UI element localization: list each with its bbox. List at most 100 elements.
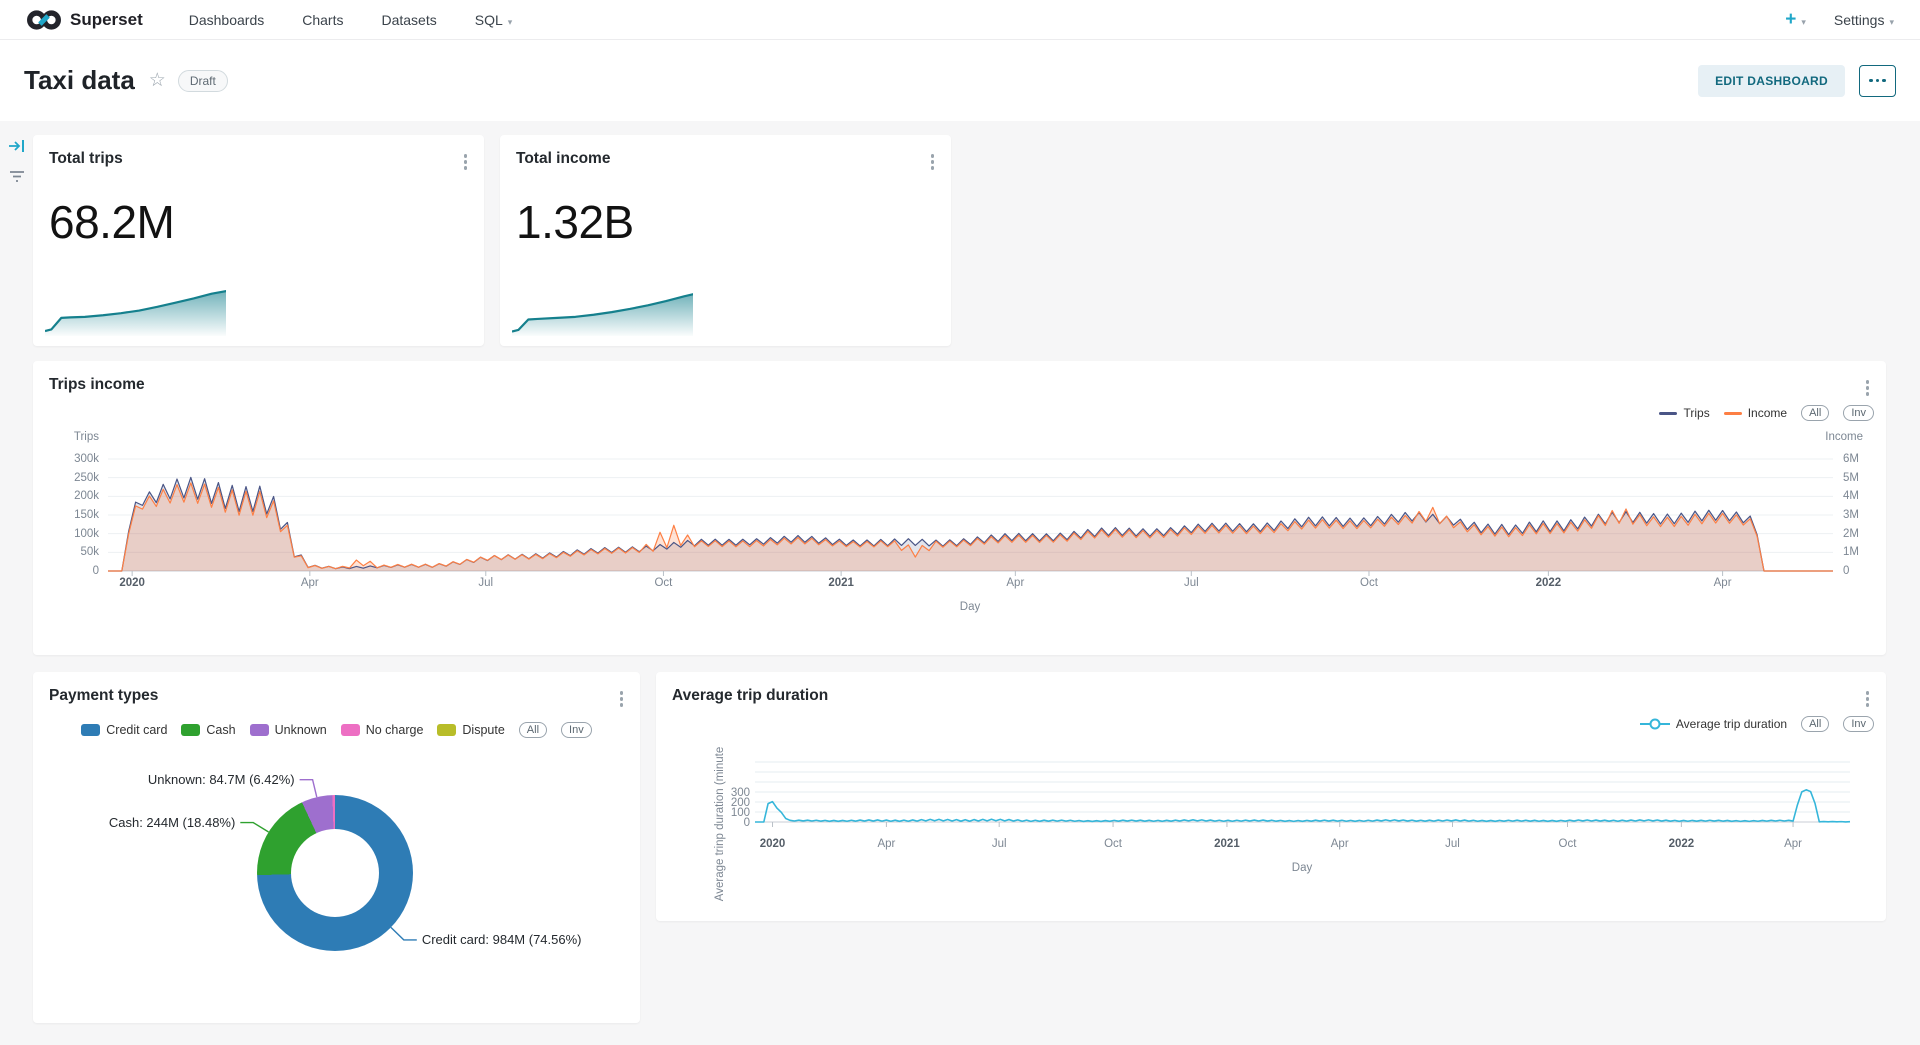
legend-button-all[interactable]: All: [1801, 405, 1829, 421]
x-axis-title: Day: [960, 601, 980, 613]
legend-swatch: [81, 724, 100, 736]
legend-swatch: [1659, 412, 1677, 415]
nav-sql-label: SQL: [475, 12, 503, 28]
line-circle-marker: [1640, 718, 1670, 730]
payment-types-legend: Credit card Cash Unknown No charge Dispute Al…: [33, 722, 640, 738]
chart-options-icon[interactable]: [1862, 376, 1874, 400]
chart-options-icon[interactable]: [1862, 687, 1874, 711]
callout-line-cash: [240, 823, 268, 832]
navbar-right: +▾ Settings▾: [1785, 10, 1894, 29]
filter-bar-collapsed: [8, 138, 26, 183]
trips-income-plot-svg[interactable]: [108, 451, 1833, 585]
x-axis-tick: Oct: [1360, 577, 1378, 589]
legend-label: Unknown: [275, 723, 327, 737]
expand-filter-bar-icon[interactable]: [8, 138, 26, 154]
trend-sparkline[interactable]: [512, 278, 693, 336]
legend-item[interactable]: Credit card: [81, 723, 167, 737]
x-axis-tick: Apr: [1006, 577, 1024, 589]
y-axis-tick-right: 3M: [1843, 508, 1859, 522]
nav-sql[interactable]: SQL ▾: [475, 12, 513, 28]
legend-button-all[interactable]: All: [519, 722, 547, 738]
dashboard-more-button[interactable]: [1859, 65, 1896, 97]
legend-swatch: [437, 724, 456, 736]
card-total-trips: Total trips 68.2M: [33, 135, 484, 346]
x-axis-tick: 2021: [828, 577, 854, 589]
filter-icon[interactable]: [9, 170, 25, 183]
x-axis-tick: Oct: [1104, 838, 1122, 850]
settings-menu[interactable]: Settings▾: [1834, 12, 1894, 28]
legend-item[interactable]: Unknown: [250, 723, 327, 737]
legend-item[interactable]: Cash: [181, 723, 235, 737]
x-axis-tick: Jul: [1445, 838, 1460, 850]
y-axis-tick-left: 100k: [33, 527, 99, 541]
series-line-avg-duration: [755, 790, 1850, 822]
x-axis-tick: Jul: [992, 838, 1007, 850]
big-number-value: 68.2M: [49, 199, 174, 245]
dashboard-header: Taxi data ☆ Draft EDIT DASHBOARD: [0, 40, 1920, 121]
x-axis-tick: Apr: [1714, 577, 1732, 589]
legend-item[interactable]: Trips: [1659, 406, 1709, 420]
trips-income-chart[interactable]: Trips Income Day 300k250k200k150k100k50k…: [33, 361, 1886, 655]
donut-callout-unknown: Unknown: 84.7M (6.42%): [148, 772, 295, 787]
y-axis-tick-right: 6M: [1843, 452, 1859, 466]
trend-sparkline[interactable]: [45, 278, 226, 336]
y-axis-tick-right: 4M: [1843, 489, 1859, 503]
card-trips-income: Trips income Trips Income All Inv Trips Inc…: [33, 361, 1886, 655]
top-navbar: Superset Dashboards Charts Datasets SQL ▾…: [0, 0, 1920, 40]
x-axis-tick: Apr: [1784, 838, 1802, 850]
legend-label: Dispute: [462, 723, 504, 737]
avg-duration-plot-svg[interactable]: [755, 757, 1850, 836]
y-axis-title-left: Trips: [33, 431, 99, 443]
nav-datasets[interactable]: Datasets: [381, 12, 436, 28]
avg-duration-legend: Average trip duration All Inv: [1640, 716, 1874, 732]
x-axis-tick: Apr: [877, 838, 895, 850]
legend-label: No charge: [366, 723, 424, 737]
y-axis-tick-right: 1M: [1843, 545, 1859, 559]
y-axis-tick-right: 5M: [1843, 471, 1859, 485]
new-button[interactable]: +▾: [1785, 10, 1806, 29]
y-axis-tick-left: 50k: [33, 545, 99, 559]
chart-options-icon[interactable]: [927, 150, 939, 174]
superset-logo[interactable]: Superset: [26, 9, 143, 31]
legend-item[interactable]: Income: [1724, 406, 1787, 420]
legend-button-inv[interactable]: Inv: [1843, 405, 1874, 421]
legend-button-inv[interactable]: Inv: [1843, 716, 1874, 732]
x-axis-title: Day: [1292, 862, 1312, 874]
nav-charts[interactable]: Charts: [302, 12, 343, 28]
legend-item[interactable]: Average trip duration: [1640, 717, 1787, 731]
chart-title: Total trips: [49, 150, 123, 168]
main-nav: Dashboards Charts Datasets SQL ▾: [189, 12, 513, 28]
legend-item[interactable]: No charge: [341, 723, 424, 737]
legend-label: Cash: [206, 723, 235, 737]
legend-label: Average trip duration: [1676, 717, 1787, 731]
callout-line-credit-card: [391, 927, 417, 940]
legend-swatch: [341, 724, 360, 736]
chevron-down-icon: ▾: [1801, 17, 1806, 27]
nav-dashboards[interactable]: Dashboards: [189, 12, 265, 28]
page-title: Taxi data: [24, 65, 135, 96]
x-axis-tick: 2022: [1536, 577, 1562, 589]
chart-title: Trips income: [49, 376, 145, 394]
trips-income-legend: Trips Income All Inv: [1659, 405, 1874, 421]
y-axis-tick: 0: [714, 816, 750, 830]
plus-icon: +: [1785, 9, 1796, 30]
chart-title: Average trip duration: [672, 687, 828, 705]
legend-label: Trips: [1683, 406, 1709, 420]
card-average-trip-duration: Average trip duration Average trip durat…: [656, 672, 1886, 921]
legend-button-inv[interactable]: Inv: [561, 722, 592, 738]
brand-name: Superset: [70, 10, 143, 30]
chart-options-icon[interactable]: [460, 150, 472, 174]
x-axis-tick: Oct: [1559, 838, 1577, 850]
donut-callout-cash: Cash: 244M (18.48%): [109, 815, 235, 830]
legend-swatch: [250, 724, 269, 736]
y-axis-tick-left: 0: [33, 564, 99, 578]
chevron-down-icon: ▾: [508, 17, 513, 27]
y-axis-tick-right: 0: [1843, 564, 1849, 578]
legend-button-all[interactable]: All: [1801, 716, 1829, 732]
legend-item[interactable]: Dispute: [437, 723, 504, 737]
x-axis-tick: 2020: [119, 577, 145, 589]
favorite-star-icon[interactable]: ☆: [149, 69, 166, 92]
edit-dashboard-button[interactable]: EDIT DASHBOARD: [1698, 65, 1845, 97]
y-axis-tick-left: 200k: [33, 489, 99, 503]
status-badge: Draft: [178, 70, 228, 92]
